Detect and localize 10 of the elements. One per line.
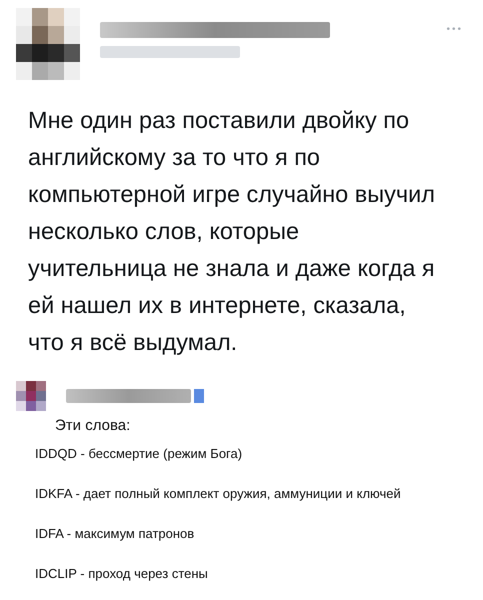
cheat-code-line: IDKFA - дает полный комплект оружия, аммуниции и ключей xyxy=(35,484,402,503)
tweet-text: Мне один раз поставили двойку по английскому за то что я по компьютерной игре случайно выучил несколько слов, которые учительница не знала и даже когда я ей нашел их в интернете, сказала, что я всё выдумал. xyxy=(27,106,436,357)
blurred-avatar xyxy=(16,381,46,411)
cheat-code-line: IDFA - максимум патронов xyxy=(35,524,196,543)
reply-intro: Эти слова: xyxy=(55,416,132,436)
cheat-code-line: IDDQD - бессмертие (режим Бога) xyxy=(35,444,244,463)
blurred-badge xyxy=(194,389,204,403)
blurred-avatar xyxy=(16,8,80,80)
more-icon[interactable]: ••• xyxy=(446,22,463,37)
cheat-code-line: IDCLIP - проход через стены xyxy=(35,564,209,583)
